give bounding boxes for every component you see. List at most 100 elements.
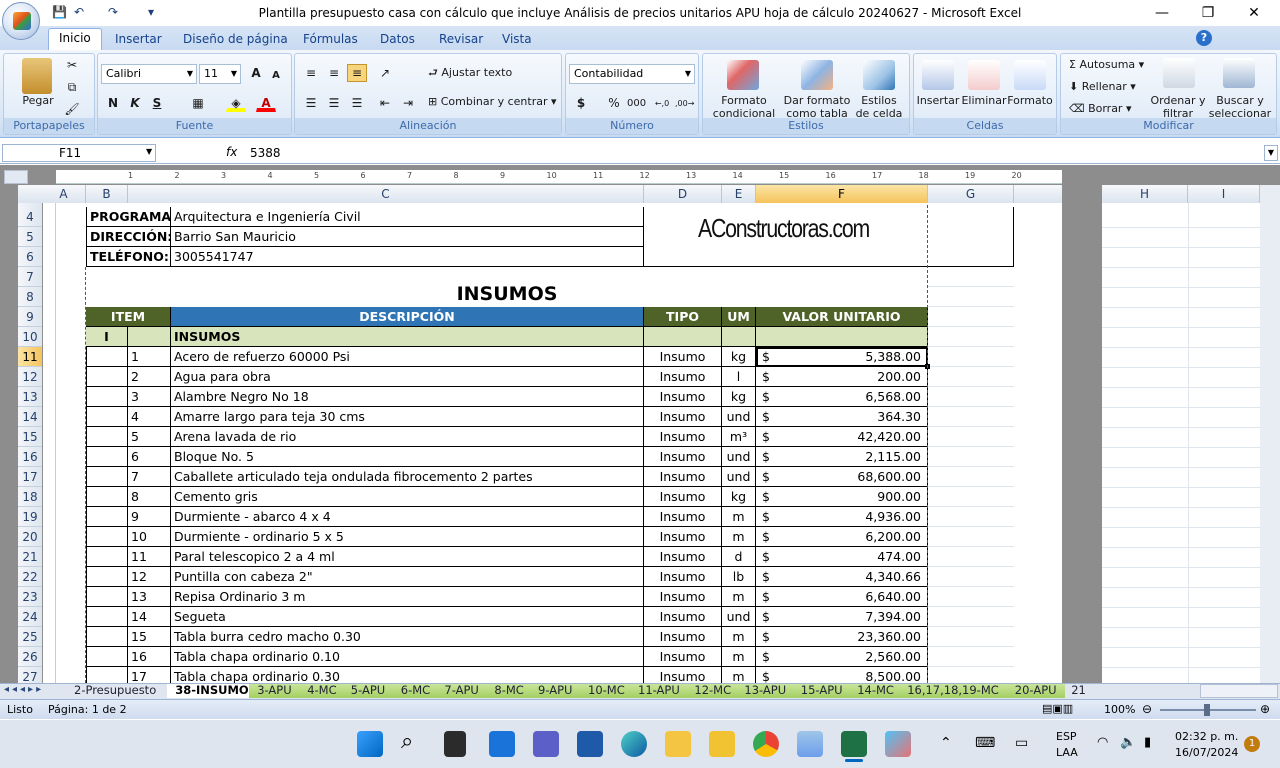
sheet-tab[interactable]: 15-APU	[792, 684, 851, 698]
horizontal-scrollbar[interactable]	[1200, 684, 1278, 698]
row-header[interactable]: 11	[18, 347, 42, 367]
row-header[interactable]: 20	[18, 527, 42, 547]
number-format-combo[interactable]: Contabilidad ▼	[569, 64, 695, 84]
row-header[interactable]: 21	[18, 547, 42, 567]
sheet-tab[interactable]: 8-MC	[486, 684, 532, 698]
table-cell-blank[interactable]	[86, 367, 128, 387]
item-um[interactable]: m	[722, 527, 756, 547]
sheet-tab[interactable]: 20-APU	[1006, 684, 1065, 698]
insert-function-icon[interactable]: fx	[226, 145, 237, 159]
item-number[interactable]: 1	[128, 347, 171, 367]
orientation-icon[interactable]: ↗	[375, 64, 395, 82]
item-valor-unitario[interactable]: $23,360.00	[756, 627, 928, 647]
table-cell-blank[interactable]	[86, 387, 128, 407]
item-um[interactable]: kg	[722, 387, 756, 407]
bold-button[interactable]: N	[103, 94, 123, 112]
autosum-button[interactable]: Σ Autosuma ▾	[1069, 58, 1144, 72]
close-button[interactable]: ✕	[1242, 3, 1266, 23]
table-cell-blank[interactable]	[86, 647, 128, 667]
tab-vista[interactable]: Vista	[492, 30, 542, 50]
item-tipo[interactable]: Insumo	[644, 467, 722, 487]
item-valor-unitario[interactable]: $2,560.00	[756, 647, 928, 667]
item-valor-unitario[interactable]: $200.00	[756, 367, 928, 387]
tab-formulas[interactable]: Fórmulas	[293, 30, 368, 50]
row-header[interactable]: 14	[18, 407, 42, 427]
zoom-in-icon[interactable]: ⊕	[1260, 702, 1270, 716]
zoom-slider-thumb[interactable]	[1204, 704, 1210, 716]
column-header-f[interactable]: F	[756, 185, 928, 203]
font-size-combo[interactable]: 11 ▼	[199, 64, 241, 84]
item-number[interactable]: 3	[128, 387, 171, 407]
align-top-icon[interactable]: ≡	[301, 64, 321, 82]
table-cell-blank[interactable]	[86, 467, 128, 487]
restore-button[interactable]: ❐	[1196, 3, 1220, 23]
item-um[interactable]: und	[722, 467, 756, 487]
row-header[interactable]: 13	[18, 387, 42, 407]
row-header[interactable]: 6	[18, 247, 42, 267]
sheet-tab[interactable]: 13-APU	[736, 684, 795, 698]
table-cell-blank[interactable]	[86, 427, 128, 447]
search-icon[interactable]: ⌕	[401, 729, 413, 754]
item-tipo[interactable]: Insumo	[644, 407, 722, 427]
sheet-tab[interactable]: 12-MC	[686, 684, 740, 698]
row-header[interactable]: 7	[18, 267, 42, 287]
increase-decimal-button[interactable]: ←,0	[652, 94, 672, 112]
font-name-combo[interactable]: Calibri ▼	[101, 64, 197, 84]
chevron-up-icon[interactable]: ⌃	[940, 735, 952, 751]
item-tipo[interactable]: Insumo	[644, 507, 722, 527]
table-cell-blank[interactable]	[86, 567, 128, 587]
currency-button[interactable]: $	[571, 94, 591, 112]
item-number[interactable]: 4	[128, 407, 171, 427]
clock-date[interactable]: 16/07/2024	[1175, 746, 1238, 759]
photos-icon[interactable]	[797, 731, 823, 757]
item-um[interactable]: und	[722, 607, 756, 627]
edge-icon[interactable]	[621, 731, 647, 757]
item-description[interactable]: Acero de refuerzo 60000 Psi	[171, 347, 644, 367]
cut-icon[interactable]: ✂	[62, 56, 82, 74]
tab-diseno-pagina[interactable]: Diseño de página	[173, 30, 298, 50]
select-all-corner[interactable]	[4, 170, 28, 184]
item-tipo[interactable]: Insumo	[644, 447, 722, 467]
help-icon[interactable]: ?	[1196, 30, 1212, 46]
table-cell-blank[interactable]	[86, 347, 128, 367]
insert-cells-button[interactable]: Insertar	[914, 94, 962, 107]
row-header[interactable]: 5	[18, 227, 42, 247]
item-description[interactable]: Paral telescopico 2 a 4 ml	[171, 547, 644, 567]
column-header-i[interactable]: I	[1188, 185, 1260, 203]
item-number[interactable]: 8	[128, 487, 171, 507]
item-valor-unitario[interactable]: $6,200.00	[756, 527, 928, 547]
item-um[interactable]: d	[722, 547, 756, 567]
view-buttons-icon[interactable]: ▤▣▥	[1042, 702, 1073, 715]
table-cell-blank[interactable]	[86, 407, 128, 427]
item-description[interactable]: Amarre largo para teja 30 cms	[171, 407, 644, 427]
italic-button[interactable]: K	[125, 94, 145, 112]
item-description[interactable]: Bloque No. 5	[171, 447, 644, 467]
thousands-button[interactable]: 000	[626, 94, 646, 112]
excel-taskbar-icon[interactable]	[841, 731, 867, 757]
table-cell-blank[interactable]	[86, 447, 128, 467]
volume-icon[interactable]: 🔈	[1120, 735, 1136, 750]
table-cell-blank[interactable]	[86, 627, 128, 647]
sheet-tab[interactable]: 21	[1063, 684, 1094, 698]
percent-button[interactable]: %	[604, 94, 624, 112]
office-button[interactable]	[2, 2, 40, 40]
item-number[interactable]: 5	[128, 427, 171, 447]
tab-insertar[interactable]: Insertar	[105, 30, 172, 50]
item-valor-unitario[interactable]: $2,115.00	[756, 447, 928, 467]
tab-datos[interactable]: Datos	[370, 30, 425, 50]
display-icon[interactable]: ▭	[1015, 735, 1028, 751]
zoom-out-icon[interactable]: ⊖	[1142, 702, 1152, 716]
sheet-tab[interactable]: 4-MC	[299, 684, 345, 698]
row-header[interactable]: 10	[18, 327, 42, 347]
item-tipo[interactable]: Insumo	[644, 647, 722, 667]
item-tipo[interactable]: Insumo	[644, 387, 722, 407]
formula-input[interactable]: 5388	[250, 146, 281, 160]
increase-indent-icon[interactable]: ⇥	[398, 94, 418, 112]
item-valor-unitario[interactable]: $7,394.00	[756, 607, 928, 627]
sheet-tab[interactable]: 14-MC	[849, 684, 902, 698]
item-number[interactable]: 2	[128, 367, 171, 387]
delete-cells-button[interactable]: Eliminar	[960, 94, 1008, 107]
row-header[interactable]: 12	[18, 367, 42, 387]
sheet-tab[interactable]: 5-APU	[342, 684, 394, 698]
item-valor-unitario[interactable]: $4,340.66	[756, 567, 928, 587]
